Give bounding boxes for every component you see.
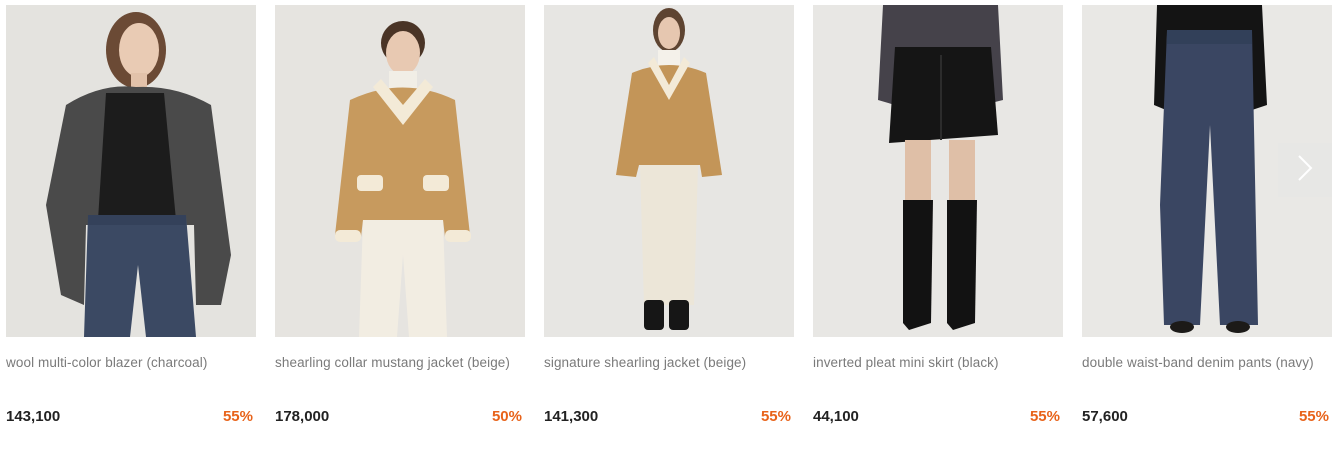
product-price: 57,600	[1082, 408, 1128, 425]
product-name[interactable]: wool multi-color blazer (charcoal)	[6, 355, 256, 370]
product-price: 143,100	[6, 408, 61, 425]
product-discount: 55%	[222, 408, 253, 425]
product-image[interactable]	[275, 5, 525, 337]
product-carousel: wool multi-color blazer (charcoal) 143,1…	[0, 0, 1337, 456]
chevron-right-icon	[1295, 153, 1315, 188]
product-name[interactable]: double waist-band denim pants (navy)	[1082, 355, 1332, 370]
product-discount: 55%	[1298, 408, 1329, 425]
product-discount: 55%	[1029, 408, 1060, 425]
product-name[interactable]: signature shearling jacket (beige)	[544, 355, 794, 370]
product-image[interactable]	[544, 5, 794, 337]
carousel-next-button[interactable]	[1278, 143, 1332, 197]
product-discount: 50%	[491, 408, 522, 425]
product-name[interactable]: shearling collar mustang jacket (beige)	[275, 355, 525, 370]
product-name[interactable]: inverted pleat mini skirt (black)	[813, 355, 1063, 370]
product-price: 141,300	[544, 408, 599, 425]
product-discount: 55%	[760, 408, 791, 425]
product-image[interactable]	[6, 5, 256, 337]
product-image[interactable]	[813, 5, 1063, 337]
product-price: 44,100	[813, 408, 859, 425]
product-price: 178,000	[275, 408, 330, 425]
